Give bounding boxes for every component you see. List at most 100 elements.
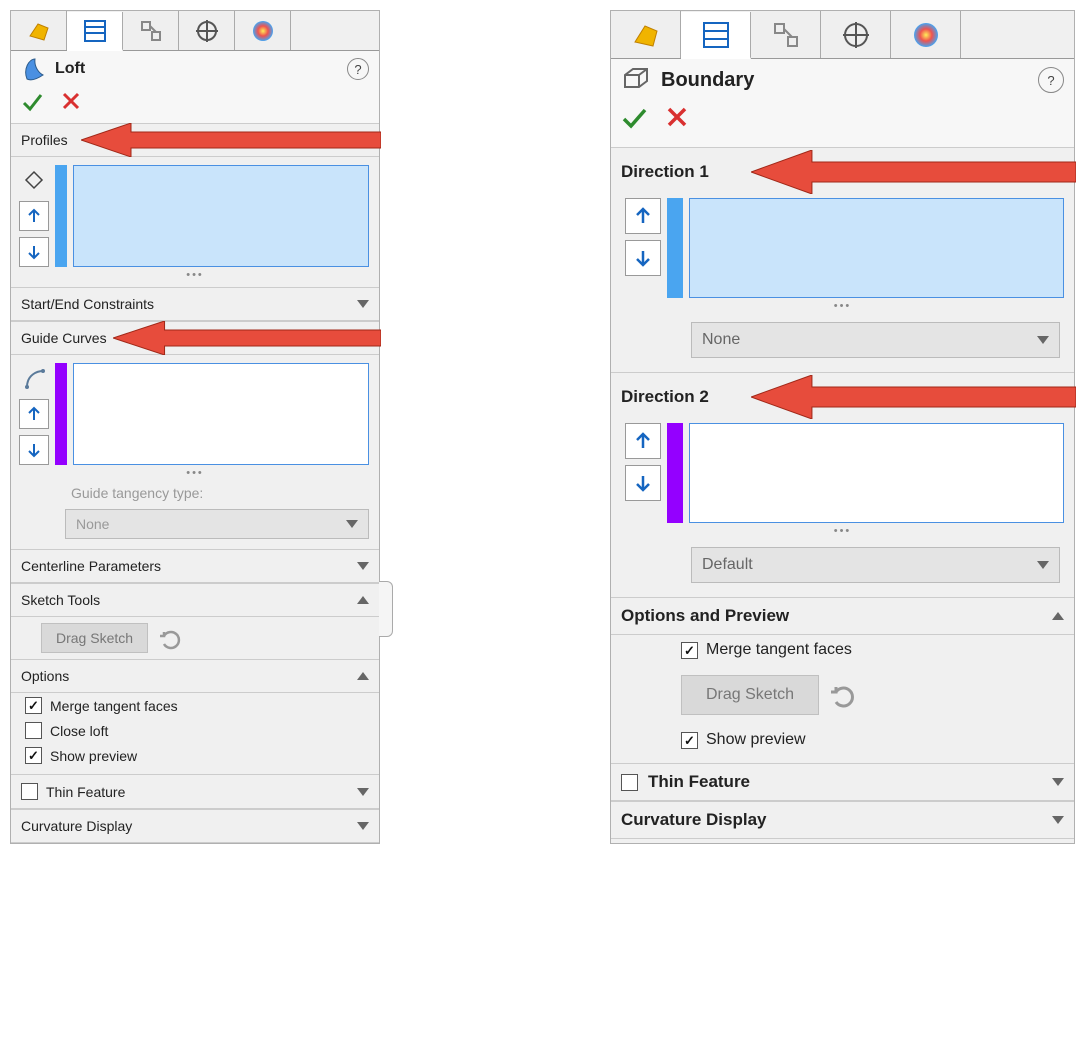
dir2-selection-box[interactable] (689, 423, 1064, 523)
chevron-down-icon (1052, 816, 1064, 824)
close-loft-checkbox[interactable] (25, 722, 42, 739)
tab-configuration-icon[interactable] (123, 11, 179, 50)
section-dir1-label: Direction 1 (621, 162, 709, 182)
dir1-list-body (611, 190, 1074, 302)
section-guides-header[interactable]: Guide Curves (11, 321, 379, 355)
tab-appearance-icon[interactable] (235, 11, 291, 50)
section-curvature-label: Curvature Display (21, 818, 132, 834)
move-up-button[interactable] (19, 201, 49, 231)
cancel-icon[interactable] (61, 91, 81, 111)
option-preview-row: Show preview (611, 725, 1074, 763)
chevron-down-icon (357, 788, 369, 796)
section-options-label: Options (21, 668, 69, 684)
boundary-property-panel: Boundary ? Direction 1 ••• None (610, 10, 1075, 844)
help-icon[interactable]: ? (1038, 67, 1064, 93)
chevron-down-icon (1052, 778, 1064, 786)
section-centerline-header[interactable]: Centerline Parameters (11, 549, 379, 583)
tab-property-manager-icon[interactable] (67, 12, 123, 51)
section-guides-label: Guide Curves (21, 330, 107, 346)
section-optprev-header[interactable]: Options and Preview (611, 597, 1074, 635)
section-dir2-header[interactable]: Direction 2 (611, 372, 1074, 415)
chevron-down-icon (357, 822, 369, 830)
dir2-list-body (611, 415, 1074, 527)
section-options-header[interactable]: Options (11, 659, 379, 693)
dir2-constraint-combo[interactable]: Default (691, 547, 1060, 583)
section-sketchtools-header[interactable]: Sketch Tools (11, 583, 379, 617)
chevron-up-icon (357, 596, 369, 604)
guide-tangency-combo: None (65, 509, 369, 539)
tabstrip (11, 11, 379, 51)
profiles-color-bar (55, 165, 67, 267)
ok-icon[interactable] (21, 91, 43, 113)
tab-dimxpert-icon[interactable] (821, 11, 891, 58)
drag-sketch-button: Drag Sketch (681, 675, 819, 715)
thin-feature-checkbox[interactable] (621, 774, 638, 791)
chevron-down-icon (357, 562, 369, 570)
guides-list-body (11, 355, 379, 469)
feature-title: Loft (55, 60, 337, 78)
chevron-up-icon (357, 672, 369, 680)
panel-flyout-tab[interactable] (379, 581, 393, 637)
move-up-button[interactable] (625, 198, 661, 234)
chevron-up-icon (1052, 612, 1064, 620)
sketchtools-body: Drag Sketch (611, 665, 1074, 725)
merge-checkbox[interactable] (681, 642, 698, 659)
ok-cancel-row (611, 101, 1074, 148)
section-dir2-label: Direction 2 (621, 387, 709, 407)
section-profiles-label: Profiles (21, 132, 68, 148)
move-down-button[interactable] (625, 465, 661, 501)
chevron-down-icon (357, 300, 369, 308)
guides-selection-box[interactable] (73, 363, 369, 465)
show-preview-checkbox[interactable] (681, 732, 698, 749)
section-thin-header[interactable]: Thin Feature (11, 774, 379, 809)
option-merge-row: Merge tangent faces (611, 635, 1074, 665)
tab-appearance-icon[interactable] (891, 11, 961, 58)
tab-configuration-icon[interactable] (751, 11, 821, 58)
undo-icon[interactable] (829, 681, 857, 709)
section-dir1-header[interactable]: Direction 1 (611, 148, 1074, 190)
chevron-up-icon (1052, 393, 1064, 401)
tab-features-icon[interactable] (611, 11, 681, 58)
move-down-button[interactable] (625, 240, 661, 276)
help-icon[interactable]: ? (347, 58, 369, 80)
section-curvature-header[interactable]: Curvature Display (11, 809, 379, 843)
profiles-selection-box[interactable] (73, 165, 369, 267)
option-merge-row: Merge tangent faces (11, 693, 379, 718)
option-close-row: Close loft (11, 718, 379, 743)
guide-curve-icon[interactable] (19, 363, 49, 393)
dir1-color-bar (667, 198, 683, 298)
dir2-color-bar (667, 423, 683, 523)
guide-tangency-label: Guide tangency type: (11, 485, 379, 505)
merge-checkbox[interactable] (25, 697, 42, 714)
section-curvature-label: Curvature Display (621, 810, 767, 830)
dir1-selection-box[interactable] (689, 198, 1064, 298)
section-optprev-label: Options and Preview (621, 606, 789, 626)
section-startend-label: Start/End Constraints (21, 296, 154, 312)
tab-property-manager-icon[interactable] (681, 12, 751, 59)
ok-icon[interactable] (621, 105, 647, 131)
option-preview-row: Show preview (11, 743, 379, 774)
dir1-constraint-combo[interactable]: None (691, 322, 1060, 358)
titlebar: Boundary ? (611, 59, 1074, 101)
move-down-button[interactable] (19, 237, 49, 267)
section-profiles-header[interactable]: Profiles (11, 124, 379, 157)
thin-feature-checkbox[interactable] (21, 783, 38, 800)
tab-features-icon[interactable] (11, 11, 67, 50)
chevron-down-icon (346, 520, 358, 528)
tab-dimxpert-icon[interactable] (179, 11, 235, 50)
move-down-button[interactable] (19, 435, 49, 465)
move-up-button[interactable] (625, 423, 661, 459)
section-curvature-header[interactable]: Curvature Display (611, 801, 1074, 839)
show-preview-checkbox[interactable] (25, 747, 42, 764)
section-startend-header[interactable]: Start/End Constraints (11, 287, 379, 321)
sketchtools-body: Drag Sketch (11, 617, 379, 659)
profile-diamond-icon[interactable] (19, 165, 49, 195)
merge-label: Merge tangent faces (50, 698, 178, 714)
loft-property-panel: Loft ? Profiles ••• Start/End Const (10, 10, 380, 844)
undo-icon[interactable] (158, 626, 182, 650)
chevron-down-icon (1037, 561, 1049, 569)
move-up-button[interactable] (19, 399, 49, 429)
show-preview-label: Show preview (50, 748, 137, 764)
section-thin-header[interactable]: Thin Feature (611, 763, 1074, 801)
cancel-icon[interactable] (665, 105, 689, 129)
